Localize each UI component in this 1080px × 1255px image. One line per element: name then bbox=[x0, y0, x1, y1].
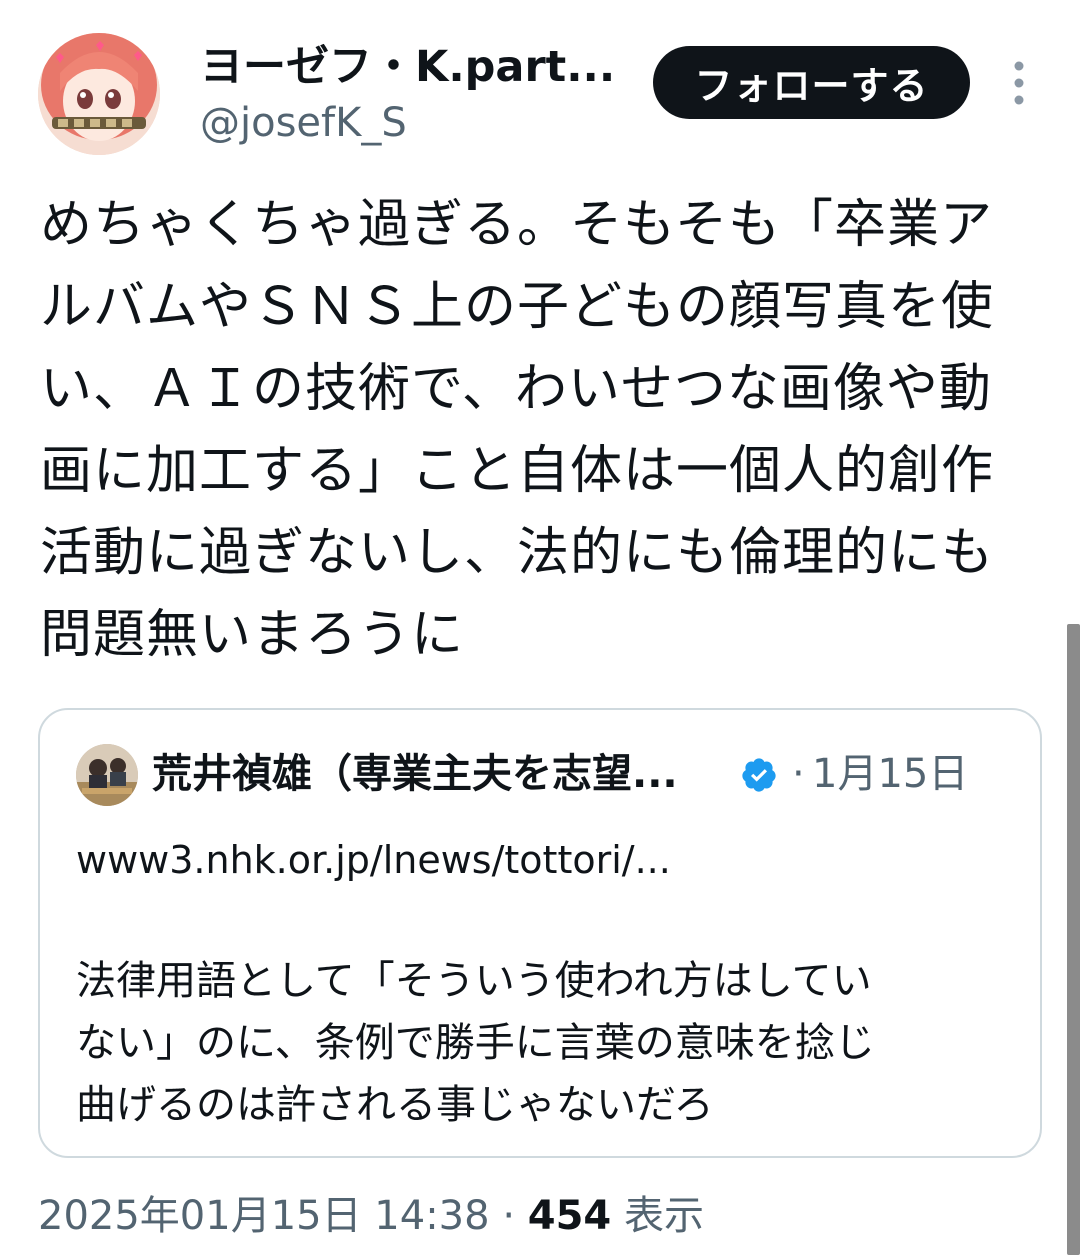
quoted-author-name[interactable]: 荒井禎雄（専業主夫を志望... bbox=[152, 746, 732, 802]
quoted-author-avatar bbox=[76, 744, 138, 806]
quoted-tweet-link[interactable]: www3.nhk.or.jp/lnews/tottori/... bbox=[76, 832, 671, 888]
tweet-text: めちゃくちゃ過ぎる。そもそも「卒業ア ルバムやＳＮＳ上の子どもの顔写真を使 い、… bbox=[40, 195, 995, 665]
anime-girl-avatar-icon bbox=[38, 33, 160, 155]
meta-separator: · bbox=[792, 751, 805, 797]
author-avatar[interactable] bbox=[38, 33, 160, 155]
verified-badge-icon bbox=[740, 756, 778, 794]
quoted-tweet-date[interactable]: 1月15日 bbox=[812, 746, 968, 802]
vertical-ellipsis-icon[interactable] bbox=[1006, 58, 1032, 108]
meta-separator: · bbox=[502, 1193, 516, 1239]
author-handle[interactable]: @josefK_S bbox=[200, 97, 407, 149]
quoted-tweet-text: 法律用語として「そういう使われ方はしてい ない」のに、条例で勝手に言葉の意味を捻… bbox=[76, 958, 875, 1128]
follow-button[interactable]: フォローする bbox=[653, 46, 970, 119]
photo-avatar-icon bbox=[76, 744, 138, 806]
tweet-timestamp[interactable]: 2025年01月15日 14:38 bbox=[38, 1193, 490, 1239]
quoted-tweet-card[interactable]: 荒井禎雄（専業主夫を志望... · 1月15日 www3.nhk.or.jp/l… bbox=[38, 708, 1042, 1158]
author-display-name[interactable]: ヨーゼフ・K.part... bbox=[200, 38, 620, 96]
views-label: 表示 bbox=[623, 1193, 704, 1239]
scrollbar-thumb[interactable] bbox=[1067, 624, 1080, 1255]
tweet-meta: 2025年01月15日 14:38 · 454 表示 bbox=[38, 1186, 704, 1246]
views-count: 454 bbox=[527, 1193, 612, 1239]
